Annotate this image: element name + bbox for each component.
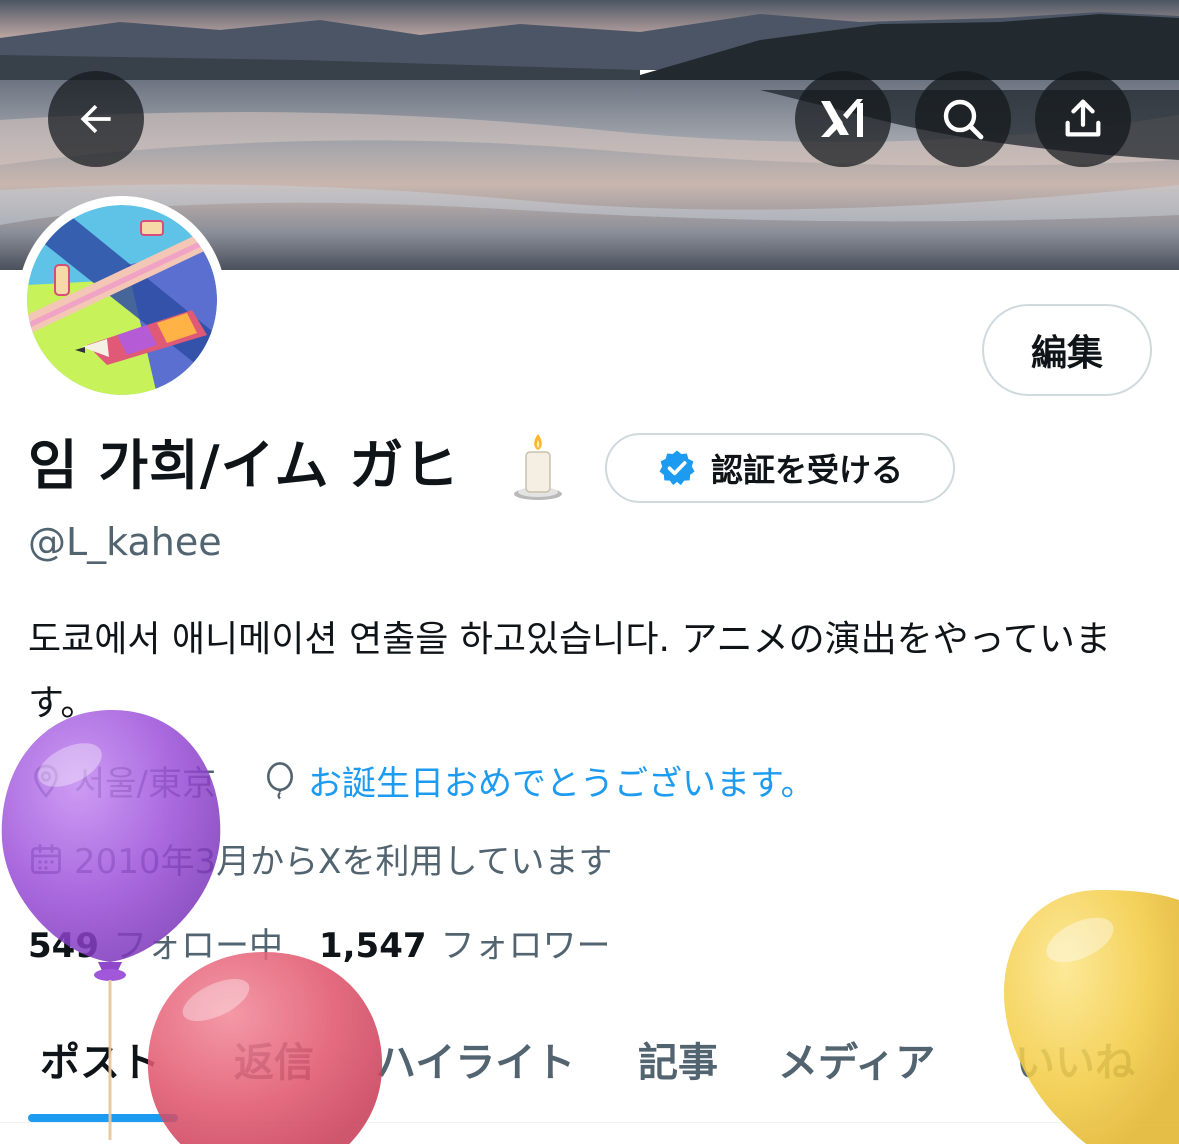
location-item: 서울/東京 <box>28 756 216 805</box>
followers-count: 1,547 <box>318 926 427 966</box>
arrow-left-icon <box>80 104 111 134</box>
user-handle: @L_kahee <box>28 520 222 564</box>
tab-likes[interactable]: いいね <box>1015 1030 1135 1088</box>
get-verified-button[interactable]: 認証を受ける <box>605 433 955 503</box>
following-label: フォロー中 <box>112 926 283 966</box>
tab-media[interactable]: メディア <box>778 1030 935 1088</box>
edit-profile-button[interactable]: 編集 <box>982 304 1152 396</box>
candle-icon <box>508 430 568 502</box>
followers-label: フォロワー <box>440 926 611 966</box>
share-upload-icon <box>1065 99 1101 137</box>
following-link[interactable]: 549 フォロー中 <box>28 918 283 967</box>
profile-tabs: ポスト 返信 ハイライト 記事 メディア いいね <box>0 1020 1179 1144</box>
get-verified-label: 認証を受ける <box>710 451 903 489</box>
tab-posts[interactable]: ポスト <box>40 1030 160 1088</box>
joined-date: 2010年3月からXを利用しています <box>74 842 613 882</box>
search-icon <box>943 99 984 140</box>
location-pin-icon <box>34 764 58 798</box>
share-button[interactable] <box>1035 71 1131 167</box>
follow-stats: 549 フォロー中 1,547 フォロワー <box>28 918 611 967</box>
joined-item: 2010年3月からXを利用しています <box>28 834 612 883</box>
calendar-icon <box>31 843 61 874</box>
display-name: 임 가희/イム ガヒ <box>28 434 460 497</box>
tab-replies[interactable]: 返信 <box>234 1030 314 1088</box>
search-button[interactable] <box>915 71 1011 167</box>
profile-bio: 도쿄에서 애니메이션 연출을 하고있습니다. アニメの演出をやっています。 <box>28 619 1111 724</box>
balloon-icon <box>267 761 294 799</box>
tab-articles[interactable]: 記事 <box>638 1030 718 1088</box>
followers-link[interactable]: 1,547 フォロワー <box>319 918 611 967</box>
avatar[interactable] <box>18 196 226 404</box>
profile-meta-row: 2010年3月からXを利用しています <box>28 834 612 883</box>
back-button[interactable] <box>48 71 144 167</box>
tab-highlights[interactable]: ハイライト <box>376 1030 575 1088</box>
following-count: 549 <box>28 926 99 966</box>
tabs-divider <box>0 1122 1179 1123</box>
location-text: 서울/東京 <box>74 764 217 804</box>
profile-meta-row: 서울/東京 お誕生日おめでとうございます。 <box>28 756 815 805</box>
avatar-illustration-image <box>27 205 217 395</box>
grok-button[interactable] <box>795 71 891 167</box>
birthday-greeting: お誕生日おめでとうございます。 <box>308 764 815 804</box>
verified-badge-icon <box>659 450 695 486</box>
grok-logo-icon <box>821 99 863 137</box>
birthday-item: お誕生日おめでとうございます。 <box>262 756 815 805</box>
active-tab-indicator <box>28 1114 178 1122</box>
